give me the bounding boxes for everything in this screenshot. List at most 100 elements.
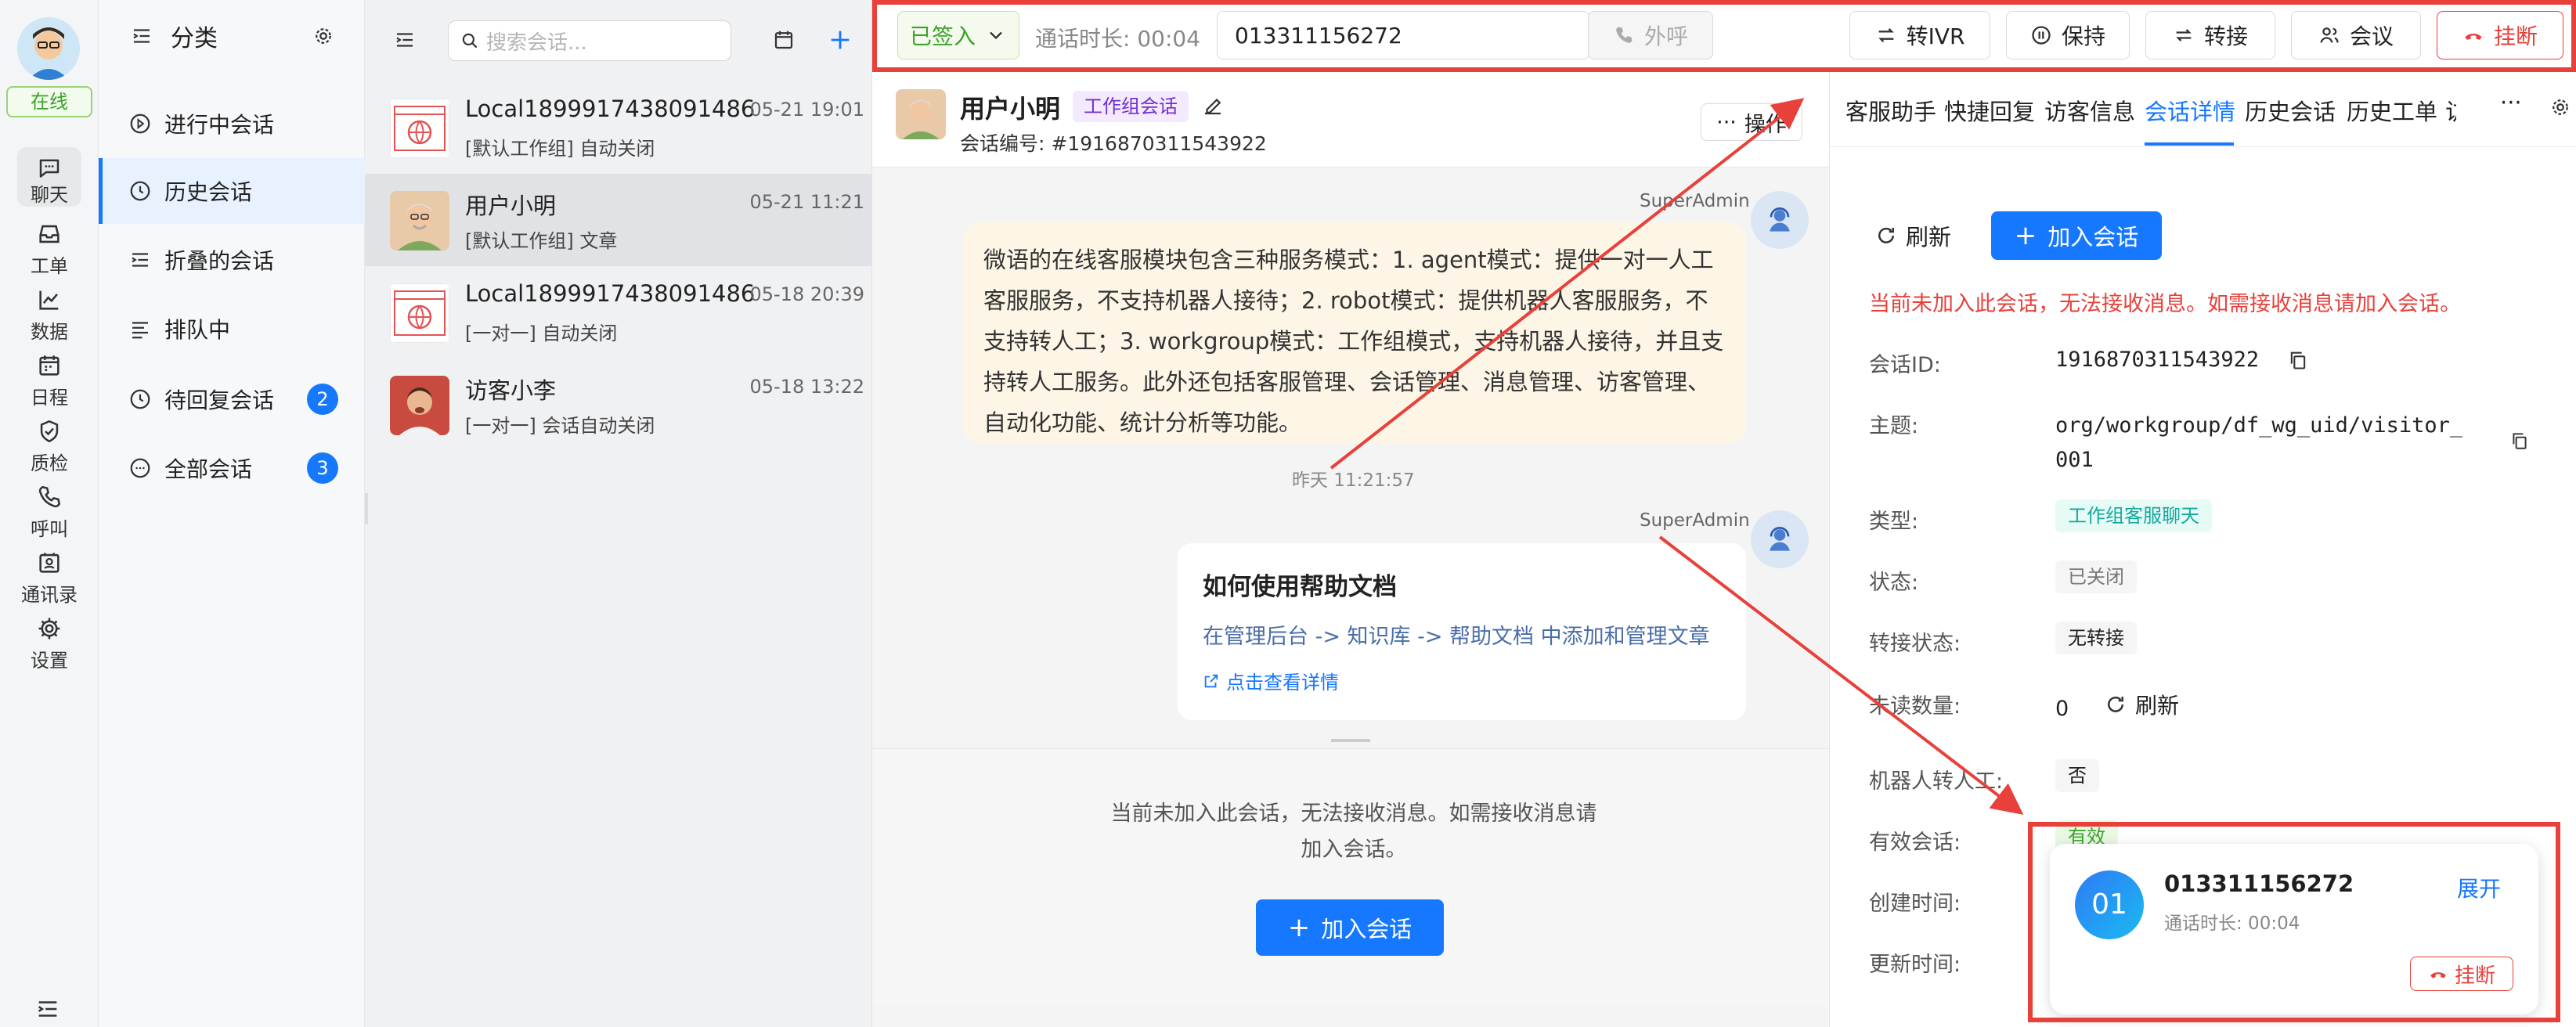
more-tabs-icon[interactable]: ···	[2500, 89, 2522, 116]
category-item-ongoing[interactable]: 进行中会话	[99, 91, 365, 157]
search-input[interactable]: 搜索会话...	[448, 20, 731, 61]
field-label: 创建时间:	[1869, 892, 1961, 916]
pending-count-badge: 2	[307, 384, 338, 415]
field-label: 更新时间:	[1869, 953, 1961, 977]
conversation-time: 05-18 13:22	[749, 376, 864, 398]
tab-history-tickets[interactable]: 历史工单	[2347, 94, 2437, 127]
menu-fold-icon[interactable]	[130, 24, 153, 48]
field-label: 未读数量:	[1869, 694, 1961, 719]
rail-contacts[interactable]: 通讯录	[0, 550, 99, 607]
help-card-link[interactable]: 点击查看详情	[1203, 667, 1721, 694]
web-globe-avatar	[390, 283, 449, 343]
rail-ticket[interactable]: 工单	[0, 221, 99, 278]
category-title: 分类	[171, 25, 218, 52]
tab-quick-reply[interactable]: 快捷回复	[1944, 94, 2035, 127]
external-link-icon	[1204, 674, 1218, 687]
operations-label: 操作	[1744, 112, 1787, 137]
tab-conversation-detail[interactable]: 会话详情	[2145, 94, 2235, 127]
rail-call[interactable]: 呼叫	[0, 484, 99, 541]
search-icon	[462, 33, 478, 49]
tab-assistant[interactable]: 客服助手	[1845, 94, 1936, 127]
chat-area: 用户小明 工作组会话 会话编号: #1916870311543922 ··· 操作…	[872, 0, 1829, 1027]
add-icon[interactable]	[827, 27, 853, 53]
field-label: 机器人转人工:	[1869, 769, 2004, 794]
category-item-queue[interactable]: 排队中	[99, 296, 365, 362]
join-conversation-button[interactable]: + 加入会话	[1991, 211, 2162, 260]
join-conversation-button[interactable]: + 加入会话	[1256, 899, 1444, 956]
conversation-time: 05-21 19:01	[749, 99, 864, 121]
online-status[interactable]: 在线	[6, 86, 92, 117]
app-root: 在线 聊天 工单 数据 日程 质检 呼叫 通讯录 设置 分类 进行中会话 历史会…	[0, 0, 2576, 1027]
search-placeholder: 搜索会话...	[486, 31, 587, 55]
chat-user-name: 用户小明	[960, 94, 1061, 124]
conversation-number: 会话编号: #1916870311543922	[960, 132, 1267, 155]
conversation-item[interactable]: 用户小明 05-21 11:21 [默认工作组] 文章	[365, 174, 872, 266]
settings-icon[interactable]	[312, 24, 335, 48]
unread-refresh-label: 刷新	[2135, 693, 2180, 719]
sender-name: SuperAdmin	[1640, 510, 1750, 531]
composer-resize-handle[interactable]	[1331, 739, 1370, 742]
conversation-time: 05-21 11:21	[749, 191, 864, 213]
tab-overflow[interactable]: 访	[2445, 94, 2456, 127]
tab-visitor-info[interactable]: 访客信息	[2044, 94, 2135, 127]
calendar-icon[interactable]	[772, 28, 796, 52]
rail-schedule-label: 日程	[31, 387, 68, 409]
field-label: 类型:	[1869, 510, 1919, 534]
message-time: 昨天 11:21:57	[1292, 470, 1415, 491]
rail-chat-label: 聊天	[31, 184, 68, 206]
refresh-button[interactable]: 刷新	[1858, 211, 1968, 260]
type-tag: 工作组客服聊天	[2055, 499, 2212, 532]
collapse-rail-icon[interactable]	[34, 996, 61, 1025]
copy-icon[interactable]	[2509, 431, 2530, 451]
rail-qa[interactable]: 质检	[0, 418, 99, 475]
rail-ticket-label: 工单	[31, 255, 68, 277]
category-item-label: 折叠的会话	[164, 248, 275, 274]
active-tab-indicator	[2145, 142, 2234, 146]
unread-count-value: 0	[2055, 697, 2069, 721]
calendar-icon	[39, 355, 60, 376]
rail-qa-label: 质检	[31, 452, 68, 474]
shield-check-icon	[40, 420, 59, 443]
sender-name: SuperAdmin	[1640, 191, 1750, 211]
user-avatar	[390, 191, 449, 250]
highlight-box-popup	[2028, 822, 2560, 1022]
unread-refresh-button[interactable]: 刷新	[2104, 689, 2179, 720]
rail-schedule[interactable]: 日程	[0, 352, 99, 409]
highlight-box-toolbar	[872, 0, 2576, 72]
help-card[interactable]: 如何使用帮助文档 在管理后台 -> 知识库 -> 帮助文档 中添加和管理文章 点…	[1178, 543, 1746, 720]
category-item-folded[interactable]: 折叠的会话	[99, 227, 365, 293]
user-avatar	[896, 89, 946, 139]
gear-icon	[38, 618, 60, 640]
conversation-item[interactable]: Local1899917438091486 05-18 20:39 [一对一] …	[365, 266, 872, 359]
tab-history-conversations[interactable]: 历史会话	[2245, 94, 2336, 127]
my-avatar[interactable]	[17, 17, 80, 80]
menu-fold-icon[interactable]	[393, 28, 417, 52]
rail-contacts-label: 通讯录	[21, 584, 78, 606]
copy-icon[interactable]	[2287, 349, 2309, 371]
chart-icon	[39, 290, 59, 310]
rail-chat[interactable]: 聊天	[0, 147, 99, 207]
category-item-history[interactable]: 历史会话	[99, 158, 365, 224]
transfer-tag: 无转接	[2055, 622, 2137, 654]
join-notice-text: 当前未加入此会话，无法接收消息。如需接收消息请加入会话。	[1110, 802, 1597, 862]
play-circle-icon	[130, 114, 150, 134]
field-label: 主题:	[1869, 414, 1919, 438]
gear-icon[interactable]	[2549, 95, 2572, 119]
category-item-pending[interactable]: 待回复会话 2	[99, 366, 365, 432]
conversation-subtitle: [一对一] 会话自动关闭	[465, 415, 655, 437]
chat-dots-icon	[130, 458, 150, 478]
conversation-item[interactable]: 访客小李 05-18 13:22 [一对一] 会话自动关闭	[365, 359, 872, 451]
topic-value-line1: org/workgroup/df_wg_uid/visitor_	[2055, 413, 2463, 438]
rail-data[interactable]: 数据	[0, 286, 99, 344]
rail-settings[interactable]: 设置	[0, 615, 99, 672]
category-item-all[interactable]: 全部会话 3	[99, 435, 365, 501]
conversation-time: 05-18 20:39	[749, 283, 864, 305]
edit-icon[interactable]	[1201, 94, 1225, 117]
operations-button[interactable]: ··· 操作	[1701, 103, 1802, 141]
conversation-subtitle: [默认工作组] 文章	[465, 230, 618, 252]
conversation-item[interactable]: Local1899917438091486 05-21 19:01 [默认工作组…	[365, 81, 872, 174]
list-resize-handle[interactable]	[365, 493, 368, 524]
phone-icon	[38, 485, 61, 508]
chat-header: 用户小明 工作组会话 会话编号: #1916870311543922 ··· 操作	[872, 72, 1829, 168]
conversation-name: 用户小明	[465, 193, 557, 219]
